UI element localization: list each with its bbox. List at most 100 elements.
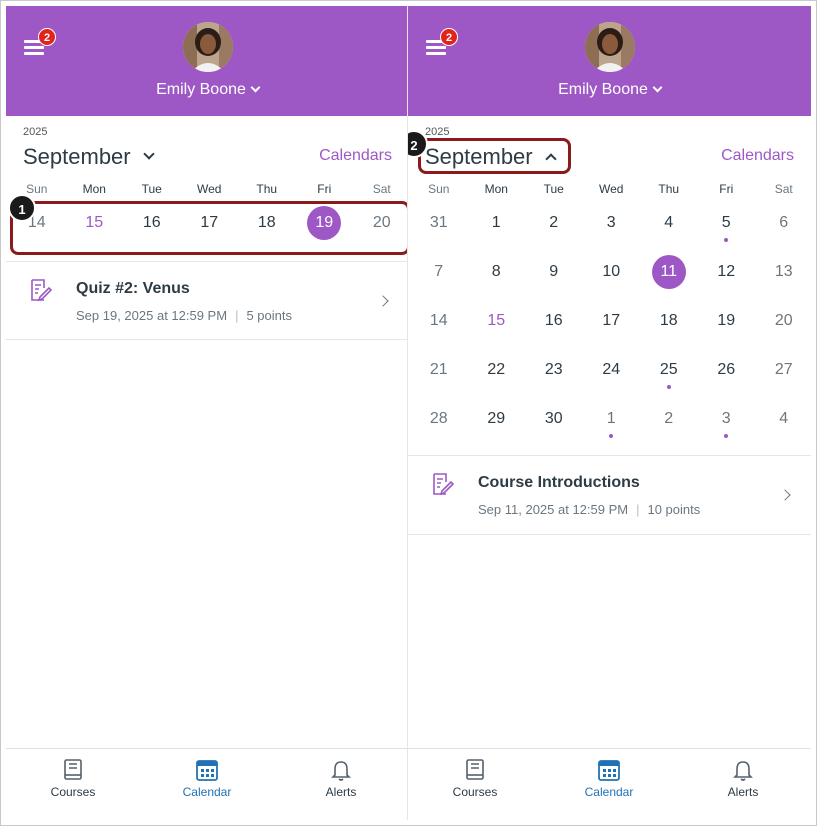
day-cell[interactable]: 14 (410, 301, 468, 341)
day-cell[interactable]: 3 (583, 203, 641, 243)
hamburger-icon-bar (426, 46, 446, 49)
day-cell[interactable]: 24 (583, 350, 641, 390)
chevron-down-icon (652, 82, 663, 93)
tab-alerts[interactable]: Alerts (676, 749, 810, 820)
user-name: Emily Boone (558, 81, 648, 98)
user-name: Emily Boone (156, 81, 246, 98)
tab-alerts[interactable]: Alerts (274, 749, 408, 820)
day-cell[interactable]: 19 (698, 301, 756, 341)
day-number: 17 (602, 312, 621, 329)
day-cell[interactable]: 31 (410, 203, 468, 243)
day-number: 26 (717, 361, 736, 378)
day-cell[interactable]: 2 (640, 399, 698, 439)
event-title: Course Introductions (478, 474, 640, 491)
bell-icon (730, 757, 756, 783)
tab-bar: Courses Calendar Alerts (6, 748, 409, 820)
tab-label: Courses (50, 785, 96, 799)
day-cell[interactable]: 13 (755, 252, 811, 292)
day-number: 16 (544, 312, 563, 329)
day-cell[interactable]: 2 (525, 203, 583, 243)
day-cell-selected[interactable]: 11 (640, 252, 698, 292)
separator: | (235, 308, 239, 323)
month-toggle-button[interactable]: September (23, 144, 155, 170)
day-cell[interactable]: 21 (410, 350, 468, 390)
avatar-image (584, 22, 635, 72)
day-cell[interactable]: 3 (698, 399, 756, 439)
divider (6, 261, 409, 262)
hamburger-icon-bar (24, 52, 44, 55)
event-title: Quiz #2: Venus (76, 280, 190, 297)
hamburger-icon-bar (426, 52, 446, 55)
day-cell[interactable]: 4 (755, 399, 811, 439)
day-number: 13 (774, 263, 793, 280)
weekday-label: Sun (428, 182, 450, 196)
tab-courses[interactable]: Courses (6, 749, 140, 820)
event-date: Sep 11, 2025 at 12:59 PM (478, 502, 629, 517)
weekday-label: Mon (484, 182, 508, 196)
day-cell[interactable]: 4 (640, 203, 698, 243)
day-cell[interactable]: 1 (583, 399, 641, 439)
day-cell[interactable]: 12 (698, 252, 756, 292)
day-cell[interactable]: 29 (468, 399, 526, 439)
day-cell[interactable]: 8 (468, 252, 526, 292)
day-number: 1 (491, 214, 501, 231)
day-cell[interactable]: 23 (525, 350, 583, 390)
avatar[interactable] (182, 22, 233, 72)
event-dot-icon (666, 385, 671, 389)
chevron-right-icon (779, 489, 791, 501)
day-number: 12 (717, 263, 736, 280)
day-cell[interactable]: 30 (525, 399, 583, 439)
weekday-label: Tue (141, 182, 162, 196)
day-number: 31 (429, 214, 448, 231)
app-header: 2 Emily Boone (408, 6, 811, 116)
event-item[interactable]: Quiz #2: Venus Sep 19, 2025 at 12:59 PM |… (6, 264, 409, 340)
menu-button[interactable]: 2 (22, 28, 56, 58)
chevron-right-icon (377, 295, 389, 307)
day-cell[interactable]: 18 (640, 301, 698, 341)
weekday-label: Sat (774, 182, 793, 196)
bell-icon (328, 757, 354, 783)
day-number: 22 (487, 361, 506, 378)
day-number: 27 (774, 361, 793, 378)
weekday-label: Fri (719, 182, 734, 196)
menu-button[interactable]: 2 (424, 28, 458, 58)
day-number: 14 (429, 312, 448, 329)
tab-courses[interactable]: Courses (408, 749, 542, 820)
weekday-label: Mon (82, 182, 106, 196)
calendar-week-view-panel: 2 Emily Boone 2025 September Calendars S… (6, 6, 409, 820)
calendar-icon (194, 757, 220, 783)
day-cell[interactable]: 9 (525, 252, 583, 292)
day-cell[interactable]: 28 (410, 399, 468, 439)
event-meta: Sep 19, 2025 at 12:59 PM | 5 points (76, 308, 292, 323)
day-number: 8 (491, 263, 501, 280)
user-name-dropdown[interactable]: Emily Boone (6, 81, 409, 99)
day-cell[interactable]: 6 (755, 203, 811, 243)
day-cell[interactable]: 1 (468, 203, 526, 243)
avatar[interactable] (584, 22, 635, 72)
day-cell[interactable]: 7 (410, 252, 468, 292)
day-cell[interactable]: 26 (698, 350, 756, 390)
day-number: 28 (429, 410, 448, 427)
day-number: 1 (606, 410, 616, 427)
tab-calendar[interactable]: Calendar (140, 749, 274, 820)
day-cell[interactable]: 20 (755, 301, 811, 341)
day-number: 25 (659, 361, 678, 378)
day-number: 15 (487, 312, 506, 329)
day-cell[interactable]: 22 (468, 350, 526, 390)
day-cell-today[interactable]: 15 (468, 301, 526, 341)
day-number: 30 (544, 410, 563, 427)
calendars-link[interactable]: Calendars (721, 147, 794, 165)
day-cell[interactable]: 10 (583, 252, 641, 292)
day-cell[interactable]: 5 (698, 203, 756, 243)
event-dot-icon (724, 238, 729, 242)
day-cell[interactable]: 17 (583, 301, 641, 341)
day-cell[interactable]: 27 (755, 350, 811, 390)
day-cell[interactable]: 16 (525, 301, 583, 341)
day-cell[interactable]: 25 (640, 350, 698, 390)
calendars-link[interactable]: Calendars (319, 147, 392, 165)
day-number: 4 (664, 214, 674, 231)
event-item[interactable]: Course Introductions Sep 11, 2025 at 12:… (408, 458, 811, 534)
tab-calendar[interactable]: Calendar (542, 749, 676, 820)
day-number: 21 (429, 361, 448, 378)
user-name-dropdown[interactable]: Emily Boone (408, 81, 811, 99)
